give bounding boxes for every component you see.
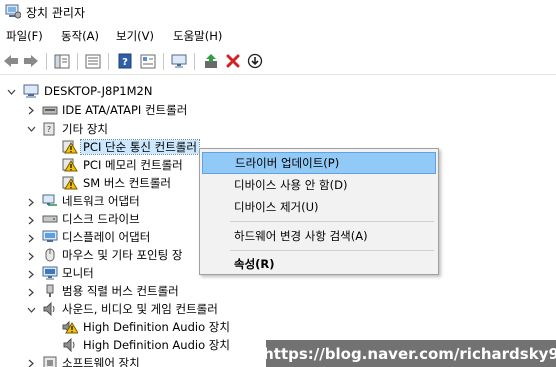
watermark: https://blog.naver.com/richardsky9 bbox=[263, 340, 556, 367]
toolbar-separator bbox=[194, 53, 195, 70]
toolbar-separator bbox=[77, 53, 78, 70]
tree-item-label[interactable]: 사운드, 비디오 및 게임 컨트롤러 bbox=[62, 302, 218, 316]
menu-file[interactable]: 파일(F) bbox=[6, 28, 43, 44]
expand-chevron-icon[interactable] bbox=[26, 215, 36, 225]
menu-item-uninstall-device[interactable]: 디바이스 제거(U) bbox=[202, 196, 436, 218]
tree-root-label[interactable]: DESKTOP-J8P1M2N bbox=[44, 84, 152, 98]
tree-item-label[interactable]: SM 버스 컨트롤러 bbox=[83, 176, 171, 190]
update-driver-icon[interactable] bbox=[202, 52, 220, 70]
expand-chevron-icon[interactable] bbox=[26, 197, 36, 207]
speaker-icon bbox=[63, 338, 75, 352]
scan-hardware-icon[interactable] bbox=[170, 52, 188, 70]
usb-controller-icon bbox=[46, 284, 54, 297]
view-icon[interactable] bbox=[139, 52, 157, 70]
ide-controller-icon bbox=[42, 106, 58, 115]
other-devices-icon: ? bbox=[43, 122, 55, 136]
toolbar: ? bbox=[0, 47, 556, 75]
window-title: 장치 관리자 bbox=[26, 6, 86, 20]
device-manager-icon bbox=[5, 4, 21, 19]
menu-item-properties[interactable]: 속성(R) bbox=[202, 253, 436, 275]
show-hide-tree-icon[interactable] bbox=[53, 52, 71, 70]
display-adapter-icon bbox=[42, 230, 58, 242]
tree-item-label[interactable]: 디스플레이 어댑터 bbox=[62, 230, 150, 244]
tree-item-label[interactable]: 마우스 및 기타 포인팅 장 bbox=[62, 248, 182, 262]
expand-chevron-icon[interactable] bbox=[26, 251, 36, 261]
uninstall-icon[interactable] bbox=[224, 52, 242, 70]
tree-item-label[interactable]: 모니터 bbox=[62, 266, 94, 280]
expand-chevron-icon[interactable] bbox=[26, 233, 36, 243]
expand-chevron-icon[interactable] bbox=[26, 287, 36, 297]
tree-item-label[interactable]: 소프트웨어 장치 bbox=[62, 356, 140, 367]
tree-item-label[interactable]: 범용 직렬 버스 컨트롤러 bbox=[62, 284, 179, 298]
tree-item-label[interactable]: 기타 장치 bbox=[62, 122, 108, 136]
tree-item-label[interactable]: IDE ATA/ATAPI 컨트롤러 bbox=[62, 103, 187, 117]
tree-item-label[interactable]: High Definition Audio 장치 bbox=[83, 320, 230, 334]
expand-chevron-icon[interactable] bbox=[26, 105, 36, 115]
menu-item-disable-device[interactable]: 디바이스 사용 안 함(D) bbox=[202, 174, 436, 196]
menu-bar: 파일(F) 동작(A) 보기(V) 도움말(H) bbox=[0, 25, 556, 46]
toolbar-separator bbox=[46, 53, 47, 70]
tree-item-label[interactable]: 디스크 드라이브 bbox=[62, 212, 140, 226]
help-icon[interactable]: ? bbox=[116, 52, 134, 70]
disk-drive-icon bbox=[42, 215, 58, 223]
menu-view[interactable]: 보기(V) bbox=[116, 28, 154, 44]
warning-icon bbox=[62, 320, 78, 334]
svg-text:?: ? bbox=[47, 125, 51, 134]
tree-item-label-selected[interactable]: PCI 단순 통신 컨트롤러 bbox=[80, 139, 200, 155]
toolbar-separator bbox=[163, 53, 164, 70]
warning-icon bbox=[62, 140, 78, 154]
warning-icon bbox=[62, 158, 78, 172]
menu-item-scan-hardware[interactable]: 하드웨어 변경 사항 검색(A) bbox=[202, 225, 436, 247]
tree-item-label[interactable]: High Definition Audio 장치 bbox=[83, 338, 230, 352]
collapse-chevron-icon[interactable] bbox=[26, 305, 36, 315]
context-menu: 드라이버 업데이트(P) 디바이스 사용 안 함(D) 디바이스 제거(U) 하… bbox=[199, 148, 439, 275]
toolbar-separator bbox=[108, 53, 109, 70]
menu-separator bbox=[230, 250, 434, 251]
tree-item-label[interactable]: PCI 메모리 컨트롤러 bbox=[83, 158, 183, 172]
menu-separator bbox=[230, 221, 434, 222]
disable-device-icon[interactable] bbox=[246, 52, 264, 70]
menu-item-update-driver[interactable]: 드라이버 업데이트(P) bbox=[202, 152, 436, 174]
sound-icon bbox=[43, 302, 55, 316]
properties-icon[interactable] bbox=[84, 52, 102, 70]
back-arrow-icon[interactable] bbox=[2, 52, 20, 70]
collapse-chevron-icon[interactable] bbox=[26, 124, 36, 134]
mouse-icon bbox=[45, 248, 55, 262]
software-device-icon bbox=[43, 356, 57, 367]
warning-icon bbox=[62, 176, 78, 190]
computer-icon bbox=[23, 84, 39, 98]
tree-item-label[interactable]: 네트워크 어댑터 bbox=[62, 194, 140, 208]
menu-action[interactable]: 동작(A) bbox=[61, 28, 99, 44]
expand-chevron-icon[interactable] bbox=[26, 358, 36, 367]
forward-arrow-icon[interactable] bbox=[22, 52, 40, 70]
network-adapter-icon bbox=[42, 194, 57, 206]
svg-text:?: ? bbox=[122, 57, 128, 68]
monitor-icon bbox=[42, 266, 58, 280]
menu-help[interactable]: 도움말(H) bbox=[173, 28, 222, 44]
expand-chevron-icon[interactable] bbox=[26, 269, 36, 279]
collapse-chevron-icon[interactable] bbox=[6, 87, 16, 97]
title-bar: 장치 관리자 bbox=[0, 0, 556, 24]
